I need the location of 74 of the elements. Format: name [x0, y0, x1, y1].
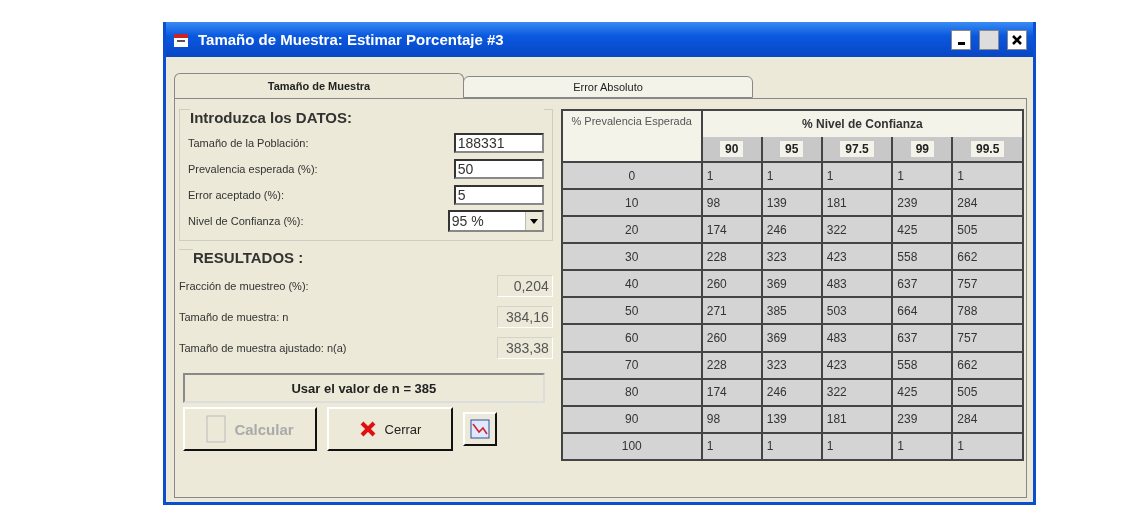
field-label: Tamaño de la Población: [188, 137, 309, 149]
table-cell: 757 [952, 324, 1023, 352]
input-field[interactable]: 188331 [453, 133, 544, 153]
table-cell: 483 [821, 324, 893, 352]
dropdown-field[interactable]: 95 % [447, 210, 544, 232]
table-cell: 662 [952, 243, 1023, 271]
table-cell: 1 [952, 162, 1023, 190]
table-cell: 181 [821, 405, 893, 433]
table-cell: 1 [761, 162, 822, 190]
close-button[interactable] [1007, 29, 1027, 50]
table-cell: 322 [821, 378, 893, 406]
table-cell: 1 [952, 432, 1023, 460]
table-cell: 1 [821, 432, 893, 460]
table-cell: 284 [952, 189, 1023, 217]
row-header-cell: 40 [561, 270, 702, 298]
table-cell: 1 [701, 162, 762, 190]
column-header: % Prevalencia Esperada [561, 110, 702, 162]
table-cell: 503 [821, 297, 893, 325]
close-icon [358, 420, 377, 438]
window-title: Tamaño de Muestra: Estimar Porcentaje #3 [198, 31, 505, 48]
row-header-cell: 60 [561, 324, 702, 352]
tab[interactable]: Error Absoluto [463, 76, 753, 98]
input-field[interactable]: 5 [453, 185, 544, 205]
result-value: 384,16 [496, 305, 553, 328]
result-value: 0,204 [496, 274, 553, 297]
field-label: Prevalencia esperada (%): [188, 163, 318, 175]
table-cell: 284 [952, 405, 1023, 433]
row-header-cell: 10 [561, 189, 702, 217]
chart-icon [470, 419, 490, 439]
table-cell: 483 [821, 270, 893, 298]
tab[interactable]: Tamaño de Muestra [174, 73, 464, 98]
table-cell: 505 [952, 378, 1023, 406]
column-header: 97.5 [840, 141, 874, 157]
table-cell: 322 [821, 216, 893, 244]
maximize-button[interactable] [979, 29, 999, 50]
table-cell: 1 [892, 162, 953, 190]
minimize-button[interactable] [951, 29, 971, 50]
close-icon [1012, 34, 1022, 45]
row-header-cell: 30 [561, 243, 702, 271]
blank-icon [206, 415, 227, 443]
row-header-cell: 70 [561, 351, 702, 379]
row-header-cell: 0 [561, 162, 702, 190]
table-cell: 505 [952, 216, 1023, 244]
result-label: Tamaño de muestra ajustado: n(a) [179, 341, 347, 354]
row-header-cell: 80 [561, 378, 702, 406]
table-cell: 757 [952, 270, 1023, 298]
caret-icon [529, 218, 538, 224]
table-cell: 788 [952, 297, 1023, 325]
table-cell: 423 [821, 351, 893, 379]
result-label: Fracción de muestreo (%): [179, 279, 309, 292]
result-label: Tamaño de muestra: n [179, 310, 289, 323]
minimize-icon [957, 41, 965, 45]
column-header: 99.5 [970, 141, 1005, 157]
column-header: 90 [720, 141, 744, 157]
row-header-cell: 90 [561, 405, 702, 433]
close-button[interactable]: Cerrar [327, 407, 453, 451]
row-header-cell: 20 [561, 216, 702, 244]
column-header: 95 [780, 141, 804, 157]
chart-button[interactable] [463, 412, 497, 446]
use-value-button[interactable]: Usar el valor de n = 385 [183, 373, 545, 403]
column-header: 99 [910, 141, 934, 157]
field-label: Nivel de Confianza (%): [188, 215, 304, 227]
table-cell: 181 [821, 189, 893, 217]
group-title: RESULTADOS : [193, 249, 553, 266]
group-title: Introduzca los DATOS: [190, 109, 544, 126]
table-cell: 662 [952, 351, 1023, 379]
input-field[interactable]: 50 [453, 159, 544, 179]
table-cell: 1 [821, 162, 893, 190]
table-cell: 423 [821, 243, 893, 271]
result-value: 383,38 [496, 336, 553, 359]
row-header-cell: 100 [561, 432, 702, 460]
field-label: Error aceptado (%): [188, 189, 284, 201]
column-group-header: % Nivel de Confianza [701, 110, 1023, 137]
row-header-cell: 50 [561, 297, 702, 325]
